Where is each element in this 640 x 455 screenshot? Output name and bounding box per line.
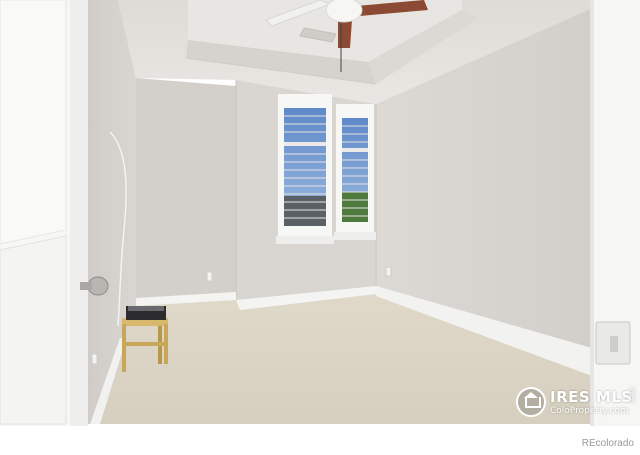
mls-watermark: IRES MLS ColoProperty.com IRES (516, 385, 640, 421)
window-right (334, 104, 376, 240)
door-left (0, 0, 88, 430)
back-wall-left (136, 78, 236, 304)
watermark-side-text: IRES (628, 387, 635, 404)
door-frame-right (590, 0, 640, 430)
house-in-circle-icon (516, 387, 546, 417)
photo-credit: REcolorado (581, 438, 634, 449)
room-photo: IRES MLS ColoProperty.com IRES REcolorad… (0, 0, 640, 450)
watermark-site: ColoProperty.com (550, 406, 629, 416)
watermark-brand: IRES MLS (550, 388, 633, 406)
bottom-band (0, 426, 640, 450)
